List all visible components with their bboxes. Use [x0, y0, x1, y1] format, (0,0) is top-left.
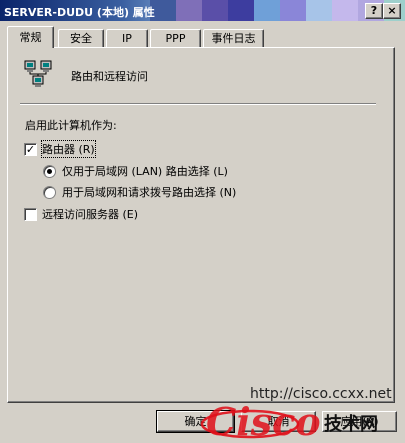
title-bar[interactable]: SERVER-DUDU (本地) 属性: [0, 0, 405, 21]
lan-only-radio-label: 仅用于局域网 (LAN) 路由选择 (L): [62, 165, 228, 178]
tab-general[interactable]: 常规: [7, 26, 54, 48]
tab-security[interactable]: 安全: [58, 29, 104, 48]
lan-dialup-radio-label: 用于局域网和请求拨号路由选择 (N): [62, 186, 237, 199]
tab-label: 常规: [19, 31, 42, 44]
router-checkbox-label: 路由器 (R): [41, 140, 96, 158]
tab-event-log[interactable]: 事件日志: [203, 29, 264, 48]
checkbox-checked[interactable]: ✓: [24, 142, 37, 156]
lan-dialup-radio[interactable]: 用于局域网和请求拨号路由选择 (N): [43, 184, 236, 200]
remote-access-checkbox-label: 远程访问服务器 (E): [42, 208, 139, 221]
window-title: SERVER-DUDU (本地) 属性: [4, 6, 155, 19]
tab-panel-general: [7, 47, 395, 403]
tab-ip[interactable]: IP: [106, 29, 148, 48]
network-computers-icon: [24, 60, 52, 87]
checkbox-unchecked[interactable]: [24, 207, 37, 221]
router-checkbox[interactable]: ✓ 路由器 (R): [24, 140, 96, 158]
radio-selected[interactable]: [43, 164, 56, 178]
tab-label: 事件日志: [211, 32, 256, 45]
watermark-url: http://cisco.ccxx.net: [250, 386, 392, 402]
separator: [20, 103, 376, 105]
svg-text:技术网: 技术网: [324, 413, 378, 435]
tab-ppp[interactable]: PPP: [150, 29, 201, 48]
tab-label: PPP: [165, 32, 186, 45]
enable-as-label: 启用此计算机作为:: [25, 119, 117, 132]
lan-only-radio[interactable]: 仅用于局域网 (LAN) 路由选择 (L): [43, 163, 228, 179]
help-button[interactable]: ?: [365, 3, 383, 19]
tab-label: IP: [122, 32, 132, 45]
svg-text:Cisco: Cisco: [206, 399, 321, 443]
radio-unselected[interactable]: [43, 185, 56, 199]
close-button[interactable]: ×: [383, 3, 401, 19]
remote-access-checkbox[interactable]: 远程访问服务器 (E): [24, 206, 138, 222]
tab-label: 安全: [70, 32, 92, 45]
service-name: 路由和远程访问: [71, 70, 148, 83]
